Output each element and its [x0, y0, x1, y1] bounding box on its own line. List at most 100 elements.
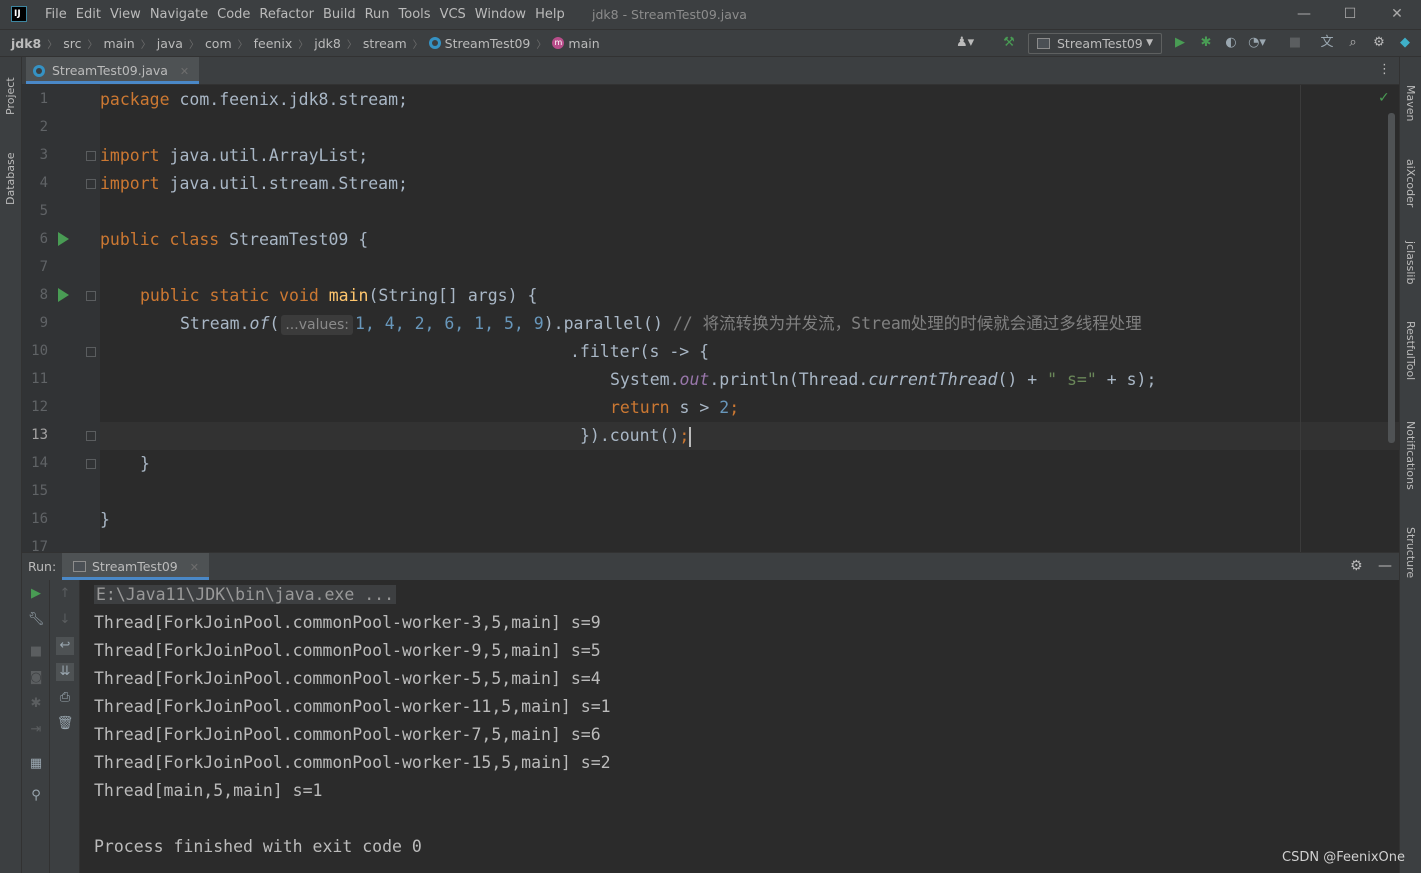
- fold-icon[interactable]: [86, 291, 96, 301]
- menu-refactor[interactable]: Refactor: [259, 0, 314, 29]
- bug-icon[interactable]: ✱: [27, 695, 45, 713]
- menu-tools[interactable]: Tools: [399, 0, 431, 29]
- code-editor[interactable]: 1 2 3 4 5 6 7 8 9 10 11 12 13 14 15 16 1…: [22, 85, 1399, 552]
- project-tool-button[interactable]: Project: [4, 77, 17, 115]
- code-line-6: public class StreamTest09 {: [100, 230, 369, 249]
- menu-build[interactable]: Build: [323, 0, 356, 29]
- trash-icon[interactable]: 🗑︎: [56, 715, 74, 733]
- close-tab-icon[interactable]: ✕: [180, 65, 189, 78]
- menu-file[interactable]: File: [45, 0, 67, 29]
- jclasslib-tool-button[interactable]: jclasslib: [1404, 241, 1417, 284]
- translate-icon[interactable]: 文: [1318, 34, 1336, 52]
- search-icon[interactable]: ⌕: [1344, 34, 1362, 52]
- line-number: 7: [39, 259, 48, 275]
- wrench-icon[interactable]: 🔧︎: [27, 611, 45, 629]
- run-icon[interactable]: ▶: [1171, 34, 1189, 52]
- menu-run[interactable]: Run: [365, 0, 390, 29]
- navigation-bar: jdk8 〉 src 〉 main 〉 java 〉 com 〉 feenix …: [0, 29, 1421, 57]
- pin-icon[interactable]: ⚲: [27, 787, 45, 805]
- run-tab-streamtest09[interactable]: StreamTest09 ✕: [62, 553, 209, 580]
- debug-icon[interactable]: ✱: [1197, 34, 1215, 52]
- menu-navigate[interactable]: Navigate: [150, 0, 208, 29]
- breadcrumb-class-label: StreamTest09: [444, 35, 531, 51]
- code-line-4: import java.util.stream.Stream;: [100, 174, 408, 193]
- arrow-up-icon[interactable]: ↑: [56, 585, 74, 603]
- line-number: 14: [31, 455, 48, 471]
- menu-view[interactable]: View: [110, 0, 141, 29]
- menu-window[interactable]: Window: [475, 0, 526, 29]
- breadcrumb-java[interactable]: java: [157, 36, 183, 51]
- maven-tool-button[interactable]: Maven: [1404, 85, 1417, 121]
- breadcrumb-stream[interactable]: stream: [363, 36, 407, 51]
- run-class-gutter-icon[interactable]: [58, 232, 69, 246]
- breadcrumb-separator-icon: 〉: [87, 39, 98, 51]
- menu-edit[interactable]: Edit: [76, 0, 101, 29]
- soft-wrap-icon[interactable]: ↩: [56, 637, 74, 655]
- fold-icon[interactable]: [86, 347, 96, 357]
- breadcrumb-class[interactable]: StreamTest09: [428, 35, 531, 51]
- tab-streamtest09-java[interactable]: StreamTest09.java ✕: [26, 57, 200, 84]
- breadcrumb-src[interactable]: src: [63, 36, 81, 51]
- line-number: 2: [39, 119, 48, 135]
- minimize-button[interactable]: —: [1281, 0, 1327, 29]
- coverage-icon[interactable]: ◐: [1222, 34, 1240, 52]
- run-configuration-select[interactable]: StreamTest09 ▼: [1028, 33, 1162, 54]
- right-margin-guide: [1300, 85, 1301, 552]
- plugin-icon[interactable]: ◆: [1396, 34, 1414, 52]
- settings-icon[interactable]: ⚙: [1370, 34, 1388, 52]
- database-tool-button[interactable]: Database: [4, 153, 17, 206]
- build-hammer-icon[interactable]: ⚒: [1000, 34, 1018, 52]
- notifications-tool-button[interactable]: Notifications: [1404, 421, 1417, 490]
- code-line-1: package com.feenix.jdk8.stream;: [100, 90, 408, 109]
- close-run-tab-icon[interactable]: ✕: [190, 561, 199, 574]
- profile-icon[interactable]: ◔▾: [1248, 34, 1266, 52]
- method-icon: m: [552, 37, 565, 49]
- fold-icon[interactable]: [86, 151, 96, 161]
- restfultool-tool-button[interactable]: RestfulTool: [1404, 321, 1417, 380]
- fold-icon[interactable]: [86, 459, 96, 469]
- console-output[interactable]: E:\Java11\JDK\bin\java.exe ... Thread[Fo…: [80, 580, 1399, 873]
- editor-scrollbar[interactable]: [1388, 113, 1395, 443]
- console-command-line: E:\Java11\JDK\bin\java.exe ...: [94, 585, 397, 604]
- user-icon[interactable]: ♟▾: [956, 34, 974, 52]
- scroll-to-end-icon[interactable]: ⇊: [56, 663, 74, 681]
- exit-icon[interactable]: ⇥: [27, 721, 45, 739]
- line-number: 1: [39, 91, 48, 107]
- breadcrumb-method[interactable]: m main: [552, 36, 600, 51]
- breadcrumb-jdk8[interactable]: jdk8: [314, 36, 341, 51]
- menu-help[interactable]: Help: [535, 0, 565, 29]
- more-tabs-icon[interactable]: ⋮: [1378, 62, 1391, 77]
- breadcrumb-com[interactable]: com: [205, 36, 232, 51]
- layout-icon[interactable]: ▦: [27, 755, 45, 773]
- maximize-button[interactable]: ☐: [1327, 0, 1373, 29]
- breadcrumb-separator-icon: 〉: [188, 39, 199, 51]
- stop-icon[interactable]: ■: [1286, 34, 1304, 52]
- arrow-down-icon[interactable]: ↓: [56, 611, 74, 629]
- java-class-icon: [33, 65, 45, 77]
- breadcrumb-project[interactable]: jdk8: [11, 36, 41, 51]
- line-number: 11: [31, 371, 48, 387]
- aixcoder-tool-button[interactable]: aiXcoder: [1404, 159, 1417, 207]
- breadcrumb-separator-icon: 〉: [346, 39, 357, 51]
- run-settings-icon[interactable]: ⚙: [1350, 558, 1363, 574]
- inspection-ok-icon[interactable]: ✓: [1378, 90, 1390, 106]
- close-window-button[interactable]: ✕: [1374, 0, 1420, 29]
- run-main-gutter-icon[interactable]: [58, 288, 69, 302]
- breadcrumb-feenix[interactable]: feenix: [254, 36, 293, 51]
- camera-icon[interactable]: ◙: [27, 669, 45, 687]
- code-line-8: public static void main(String[] args) {: [140, 286, 538, 305]
- line-number: 15: [31, 483, 48, 499]
- hide-window-icon[interactable]: —: [1378, 558, 1392, 574]
- console-icon: [73, 561, 86, 572]
- breadcrumb-separator-icon: 〉: [47, 39, 58, 51]
- rerun-icon[interactable]: ▶: [27, 585, 45, 603]
- fold-icon[interactable]: [86, 431, 96, 441]
- stop-icon[interactable]: ■: [27, 643, 45, 661]
- console-line: Thread[ForkJoinPool.commonPool-worker-7,…: [94, 725, 601, 744]
- menu-vcs[interactable]: VCS: [440, 0, 466, 29]
- menu-code[interactable]: Code: [217, 0, 250, 29]
- print-icon[interactable]: ⎙: [56, 689, 74, 707]
- structure-tool-button[interactable]: Structure: [1404, 527, 1417, 578]
- breadcrumb-main[interactable]: main: [104, 36, 135, 51]
- fold-icon[interactable]: [86, 179, 96, 189]
